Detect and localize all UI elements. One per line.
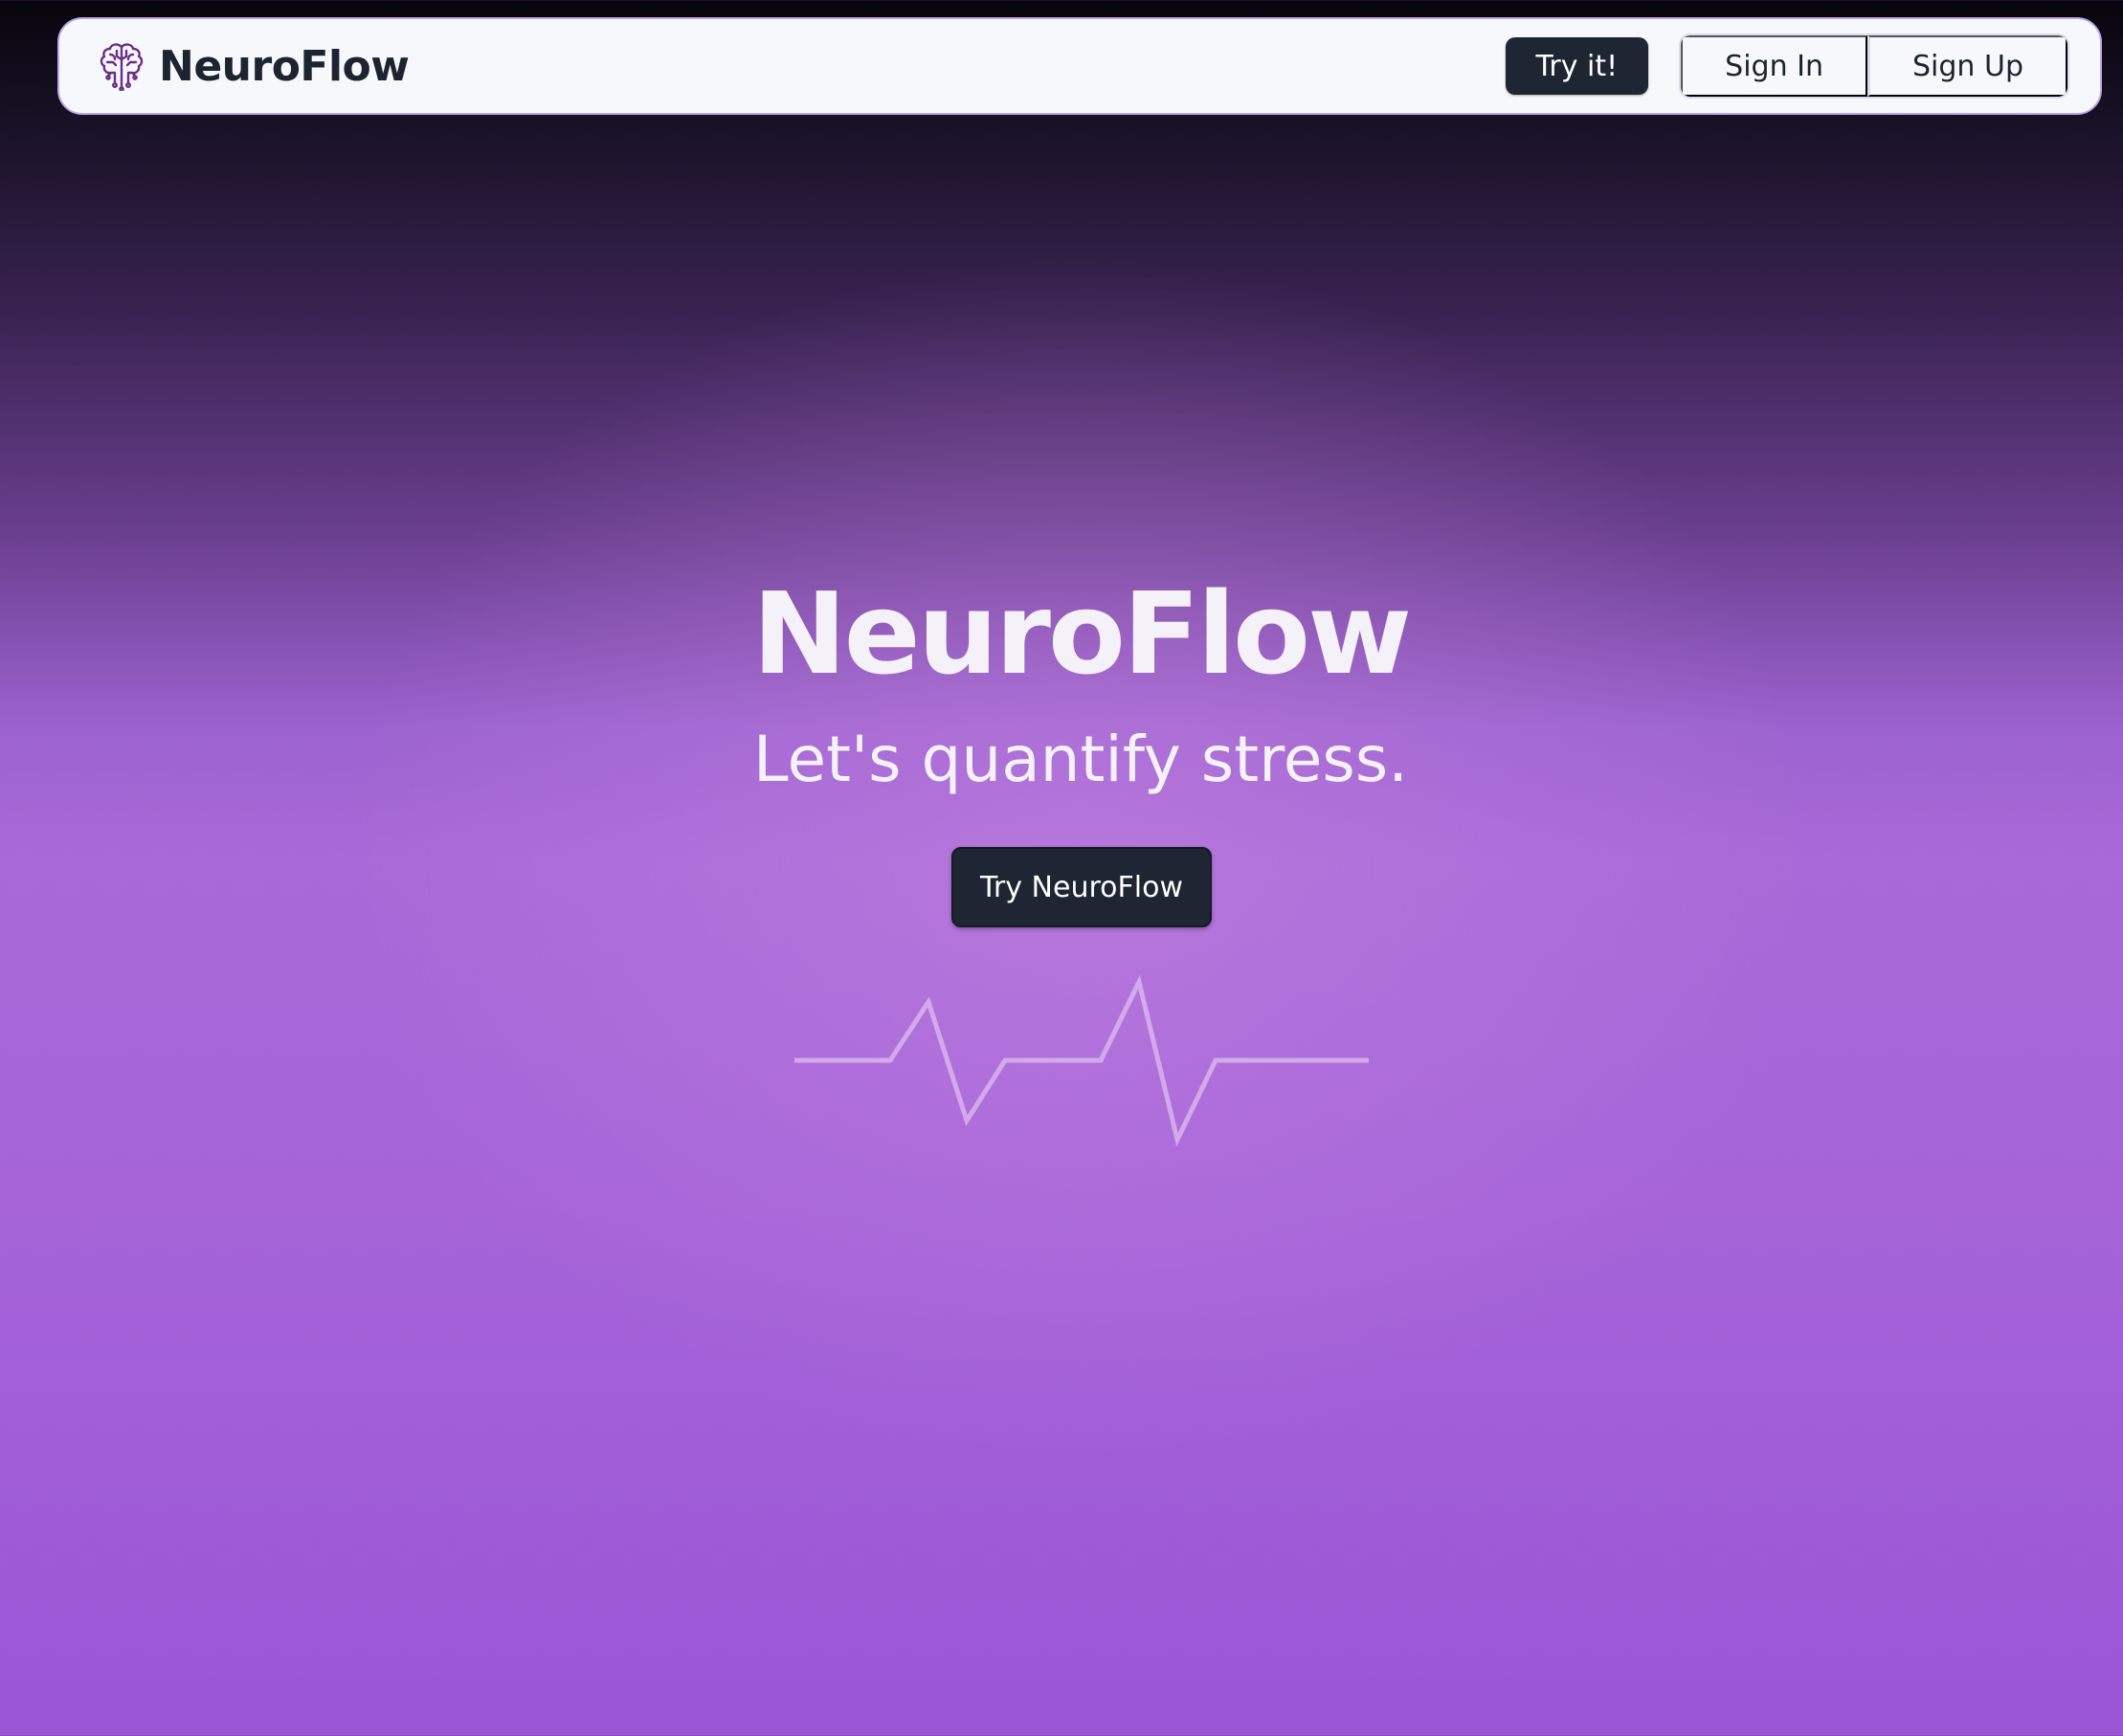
nav-actions: Try it! Sign In Sign Up — [1505, 33, 2069, 99]
brand-logo[interactable]: NeuroFlow — [98, 41, 410, 91]
brand-name: NeuroFlow — [159, 41, 410, 91]
sign-in-button[interactable]: Sign In — [1681, 35, 1868, 97]
auth-button-group: Sign In Sign Up — [1679, 33, 2069, 99]
hero-title: NeuroFlow — [751, 568, 1412, 700]
sign-up-button[interactable]: Sign Up — [1867, 35, 2067, 97]
try-neuroflow-button[interactable]: Try NeuroFlow — [951, 847, 1212, 927]
try-it-button[interactable]: Try it! — [1505, 37, 1649, 95]
brain-circuit-icon — [98, 41, 145, 91]
hero-subtitle: Let's quantify stress. — [752, 723, 1409, 796]
top-navbar: NeuroFlow Try it! Sign In Sign Up — [57, 17, 2102, 115]
